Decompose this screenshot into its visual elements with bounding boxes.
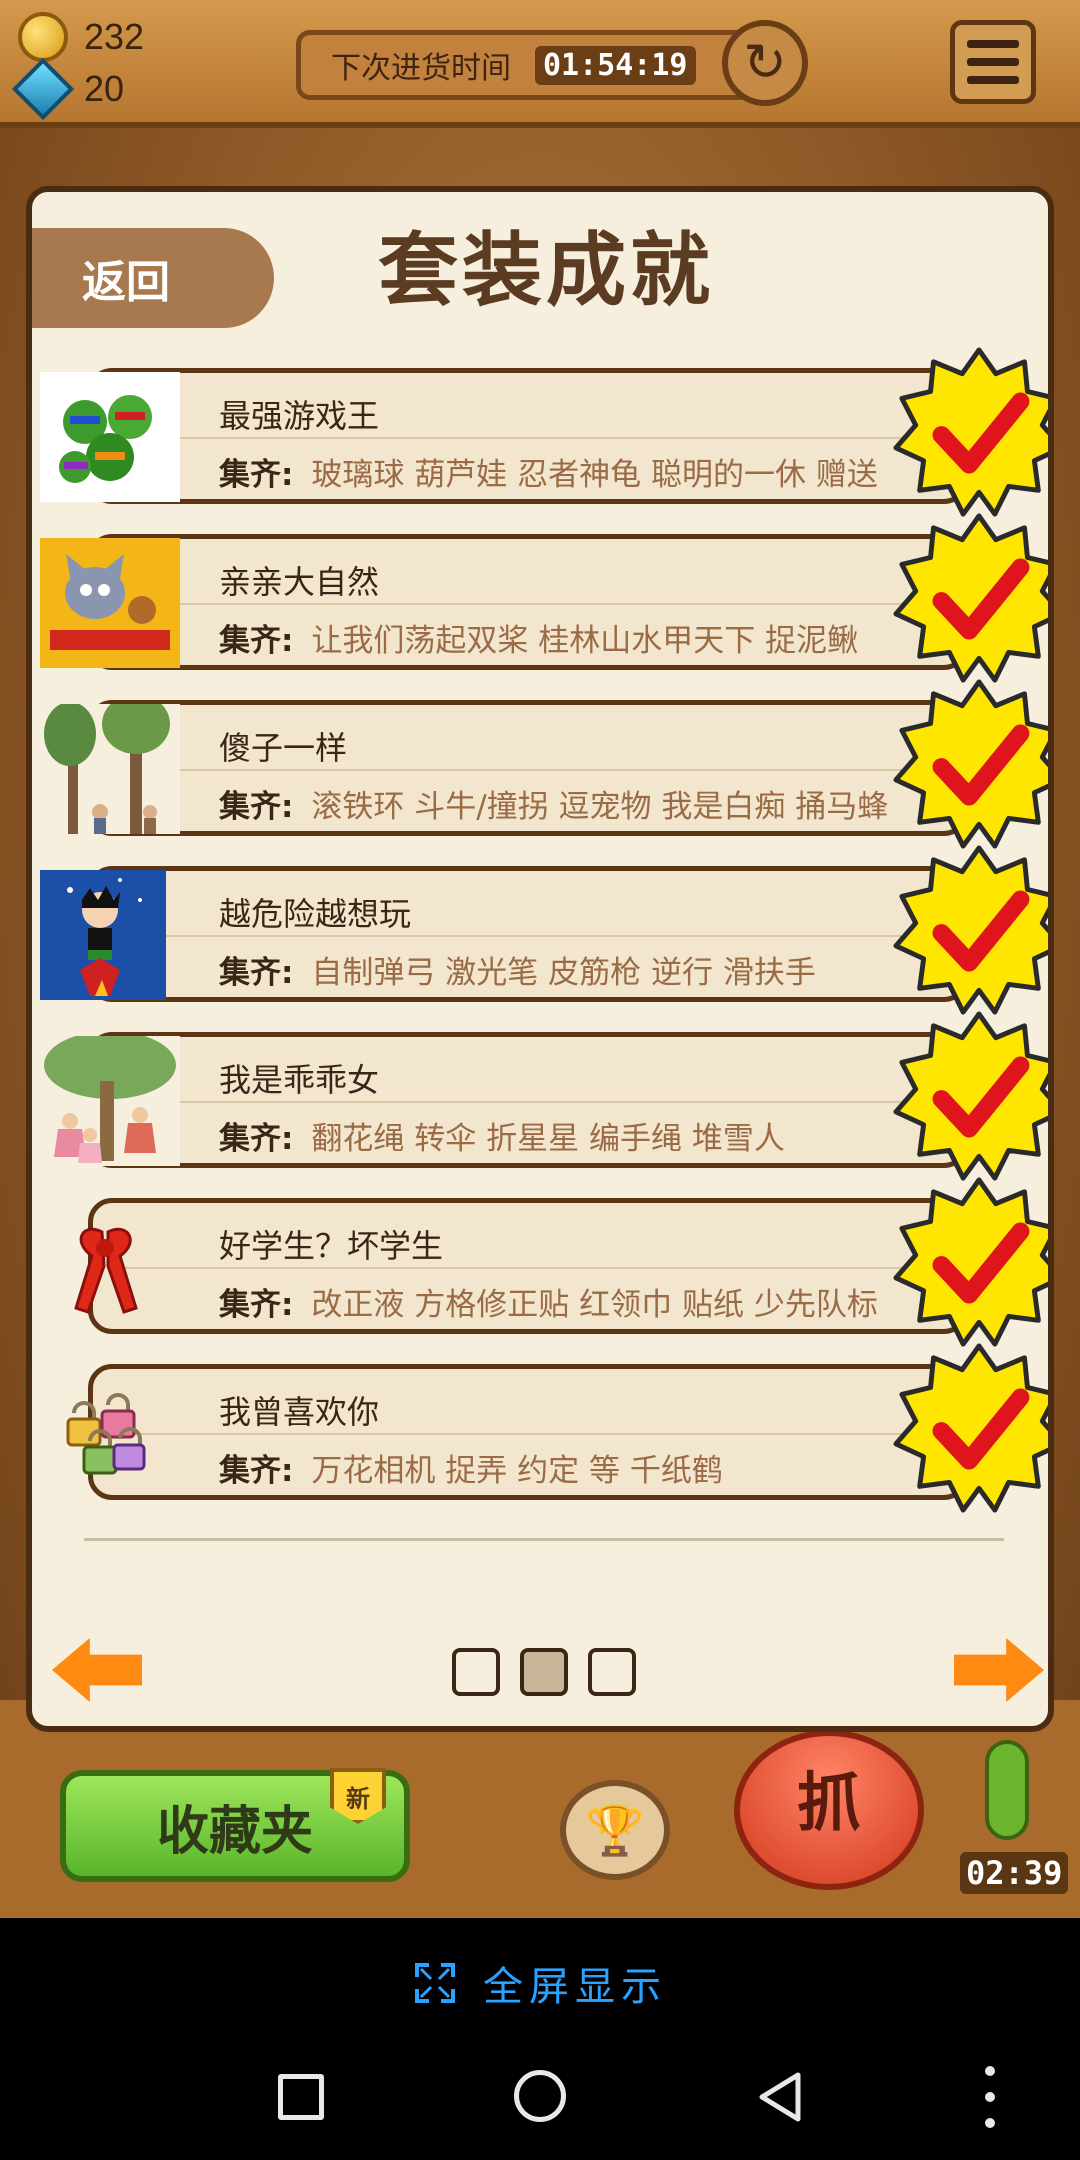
top-hud: 232 20 下次进货时间 01:54:19 ↻ — [0, 0, 1080, 128]
completed-check-icon — [893, 845, 1048, 1015]
achievement-name: 亲亲大自然 — [219, 563, 380, 601]
refresh-button[interactable]: ↻ — [722, 20, 808, 106]
restock-time: 01:54:19 — [535, 45, 696, 85]
achievement-name: 好学生？坏学生 — [219, 1227, 444, 1265]
achievement-set: 集齐: 改正液 方格修正贴 红领巾 贴纸 少先队标 — [219, 1287, 878, 1323]
trophy-button[interactable]: 🏆 — [560, 1780, 670, 1880]
round-countdown: 02:39 — [960, 1852, 1069, 1894]
achievement-card: 亲亲大自然 集齐: 让我们荡起双桨 桂林山水甲天下 捉泥鳅 — [88, 534, 968, 670]
expand-icon — [415, 1963, 455, 2003]
achievement-row[interactable]: 我曾喜欢你 集齐: 万花相机 捉弄 约定 等 千纸鹤 — [32, 1343, 1048, 1530]
ninja-turtles-image — [40, 372, 180, 502]
achievement-set: 集齐: 滚铁环 斗牛/撞拐 逗宠物 我是白痴 捅马蜂 — [219, 789, 889, 825]
page-dot-1[interactable] — [452, 1648, 500, 1696]
coin-count: 232 — [84, 16, 145, 57]
restock-timer: 下次进货时间 01:54:19 — [296, 30, 766, 100]
system-navigation-bar — [0, 2048, 1080, 2160]
achievement-set: 集齐: 万花相机 捉弄 约定 等 千纸鹤 — [219, 1453, 723, 1489]
more-options-icon[interactable] — [984, 2066, 996, 2128]
completed-check-icon — [893, 347, 1048, 517]
next-page-arrow-icon[interactable] — [954, 1638, 1044, 1702]
list-divider — [84, 1538, 1004, 1541]
achievement-name: 我曾喜欢你 — [219, 1393, 380, 1431]
achievement-card: 越危险越想玩 集齐: 自制弹弓 激光笔 皮筋枪 逆行 滑扶手 — [88, 866, 968, 1002]
joystick-lever[interactable] — [985, 1740, 1029, 1840]
back-triangle-icon[interactable] — [756, 2070, 804, 2124]
completed-check-icon — [893, 513, 1048, 683]
tom-and-jerry-image — [40, 538, 180, 668]
achievement-set: 集齐: 自制弹弓 激光笔 皮筋枪 逆行 滑扶手 — [219, 955, 816, 991]
achievement-name: 越危险越想玩 — [219, 895, 412, 933]
achievement-items: 改正液 方格修正贴 红领巾 贴纸 少先队标 — [311, 1287, 878, 1323]
achievement-items: 翻花绳 转伞 折星星 编手绳 堆雪人 — [311, 1121, 785, 1157]
girls-under-tree-image — [40, 1036, 180, 1166]
set-achievements-panel: 返回 套装成就 最强游戏王 集齐:玻璃球 葫芦娃 忍者神龟 聪明的一休 赠送 — [26, 186, 1054, 1732]
tree-climbing-image — [40, 704, 180, 834]
gem-icon — [11, 57, 75, 121]
achievement-items: 滚铁环 斗牛/撞拐 逗宠物 我是白痴 捅马蜂 — [311, 789, 889, 825]
padlocks-image — [56, 1368, 156, 1498]
achievement-items: 自制弹弓 激光笔 皮筋枪 逆行 滑扶手 — [311, 955, 816, 991]
achievement-name: 最强游戏王 — [219, 397, 380, 435]
trophy-icon: 🏆 — [585, 1802, 645, 1859]
completed-check-icon — [893, 1343, 1048, 1513]
recent-apps-icon[interactable] — [278, 2074, 324, 2120]
grab-label: 抓 — [797, 1767, 861, 1841]
achievement-items: 让我们荡起双桨 桂林山水甲天下 捉泥鳅 — [311, 623, 859, 659]
achievement-name: 我是乖乖女 — [219, 1061, 380, 1099]
restock-label: 下次进货时间 — [331, 51, 511, 86]
achievement-card: 傻子一样 集齐: 滚铁环 斗牛/撞拐 逗宠物 我是白痴 捅马蜂 — [88, 700, 968, 836]
achievement-card: 我曾喜欢你 集齐: 万花相机 捉弄 约定 等 千纸鹤 — [88, 1364, 968, 1500]
coin-icon — [18, 12, 68, 62]
fullscreen-bar[interactable]: 全屏显示 — [0, 1918, 1080, 2048]
achievement-set: 集齐: 翻花绳 转伞 折星星 编手绳 堆雪人 — [219, 1121, 785, 1157]
coin-counter: 232 — [18, 12, 144, 62]
panel-title: 套装成就 — [378, 224, 714, 317]
fullscreen-label: 全屏显示 — [483, 1964, 667, 2010]
page-dot-3[interactable] — [588, 1648, 636, 1696]
grab-button[interactable]: 抓 — [734, 1730, 924, 1890]
astro-boy-image — [40, 870, 166, 1000]
achievement-card: 最强游戏王 集齐: 玻璃球 葫芦娃 忍者神龟 聪明的一休 赠送 — [88, 368, 968, 504]
completed-check-icon — [893, 679, 1048, 849]
refresh-icon: ↻ — [743, 33, 787, 93]
achievement-items: 万花相机 捉弄 约定 等 千纸鹤 — [311, 1453, 723, 1489]
achievement-name: 傻子一样 — [219, 729, 348, 767]
home-icon[interactable] — [514, 2070, 566, 2122]
achievement-card: 好学生？坏学生 集齐: 改正液 方格修正贴 红领巾 贴纸 少先队标 — [88, 1198, 968, 1334]
gem-counter: 20 — [11, 57, 125, 121]
achievement-items: 玻璃球 葫芦娃 忍者神龟 聪明的一休 赠送 — [311, 457, 878, 493]
completed-check-icon — [893, 1011, 1048, 1181]
completed-check-icon — [893, 1177, 1048, 1347]
favorites-label: 收藏夹 — [156, 1801, 313, 1862]
page-dot-2-active[interactable] — [520, 1648, 568, 1696]
menu-button[interactable] — [950, 20, 1036, 104]
achievement-set: 集齐: 让我们荡起双桨 桂林山水甲天下 捉泥鳅 — [219, 623, 859, 659]
achievement-card: 我是乖乖女 集齐: 翻花绳 转伞 折星星 编手绳 堆雪人 — [88, 1032, 968, 1168]
red-scarf-ribbon-image — [62, 1202, 152, 1332]
menu-icon — [967, 40, 1019, 48]
gem-count: 20 — [84, 68, 125, 109]
prev-page-arrow-icon[interactable] — [52, 1638, 142, 1702]
achievement-set: 集齐: 玻璃球 葫芦娃 忍者神龟 聪明的一休 赠送 — [219, 457, 878, 493]
page-indicator — [452, 1648, 636, 1696]
